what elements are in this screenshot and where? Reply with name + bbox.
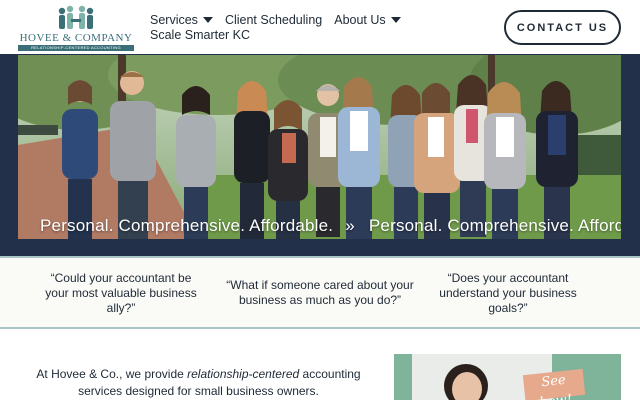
intro-video-thumbnail[interactable]: See how! <box>394 354 621 400</box>
intro-emphasis: relationship-centered <box>187 367 300 381</box>
logo-mark-icon <box>58 5 94 29</box>
logo-tagline: RELATIONSHIP-CENTERED ACCOUNTING <box>18 45 134 51</box>
nav-item-services[interactable]: Services <box>150 13 213 27</box>
intro-text: At Hovee & Co., we provide relationship-… <box>16 366 381 400</box>
hero-marquee: Personal. Comprehensive. Affordable. » Per… <box>40 216 621 236</box>
contact-us-button[interactable]: CONTACT US <box>504 10 621 45</box>
site-header: HOVEE & COMPANY RELATIONSHIP-CENTERED AC… <box>0 0 640 54</box>
intro-prefix: At Hovee & Co., we provide <box>36 367 188 381</box>
nav-item-scale-smarter-kc[interactable]: Scale Smarter KC <box>150 28 250 42</box>
team-photo: Personal. Comprehensive. Affordable. » Per… <box>18 55 621 239</box>
video-person-face <box>452 372 482 400</box>
team-photo-illustration <box>18 55 621 239</box>
marquee-text: Personal. Comprehensive. Affordable. <box>40 216 334 235</box>
main-nav: Services Client Scheduling About Us Scal… <box>150 12 413 42</box>
hero-section: Personal. Comprehensive. Affordable. » Per… <box>0 54 640 256</box>
quote-1: “Could your accountant be your most valu… <box>45 271 197 315</box>
nav-label: About Us <box>334 12 386 27</box>
nav-label: Scale Smarter KC <box>150 27 251 42</box>
quote-3: “Does your accountant understand your bu… <box>439 271 577 315</box>
nav-item-client-scheduling[interactable]: Client Scheduling <box>225 13 322 27</box>
quote-2: “What if someone cared about your busine… <box>226 278 414 307</box>
marquee-text-repeat: Personal. Comprehensive. Afforda <box>368 216 621 235</box>
see-how-label[interactable]: See how! <box>522 368 586 400</box>
chevron-down-icon <box>390 16 401 23</box>
quotes-band: “Could your accountant be your most valu… <box>0 256 640 329</box>
chevron-down-icon <box>202 16 213 23</box>
marquee-separator: » <box>345 216 355 235</box>
nav-item-about-us[interactable]: About Us <box>334 12 401 27</box>
nav-label: Client Scheduling <box>224 12 323 27</box>
company-logo[interactable]: HOVEE & COMPANY RELATIONSHIP-CENTERED AC… <box>18 5 134 51</box>
nav-label: Services <box>150 12 198 27</box>
logo-name: HOVEE & COMPANY <box>19 32 133 44</box>
